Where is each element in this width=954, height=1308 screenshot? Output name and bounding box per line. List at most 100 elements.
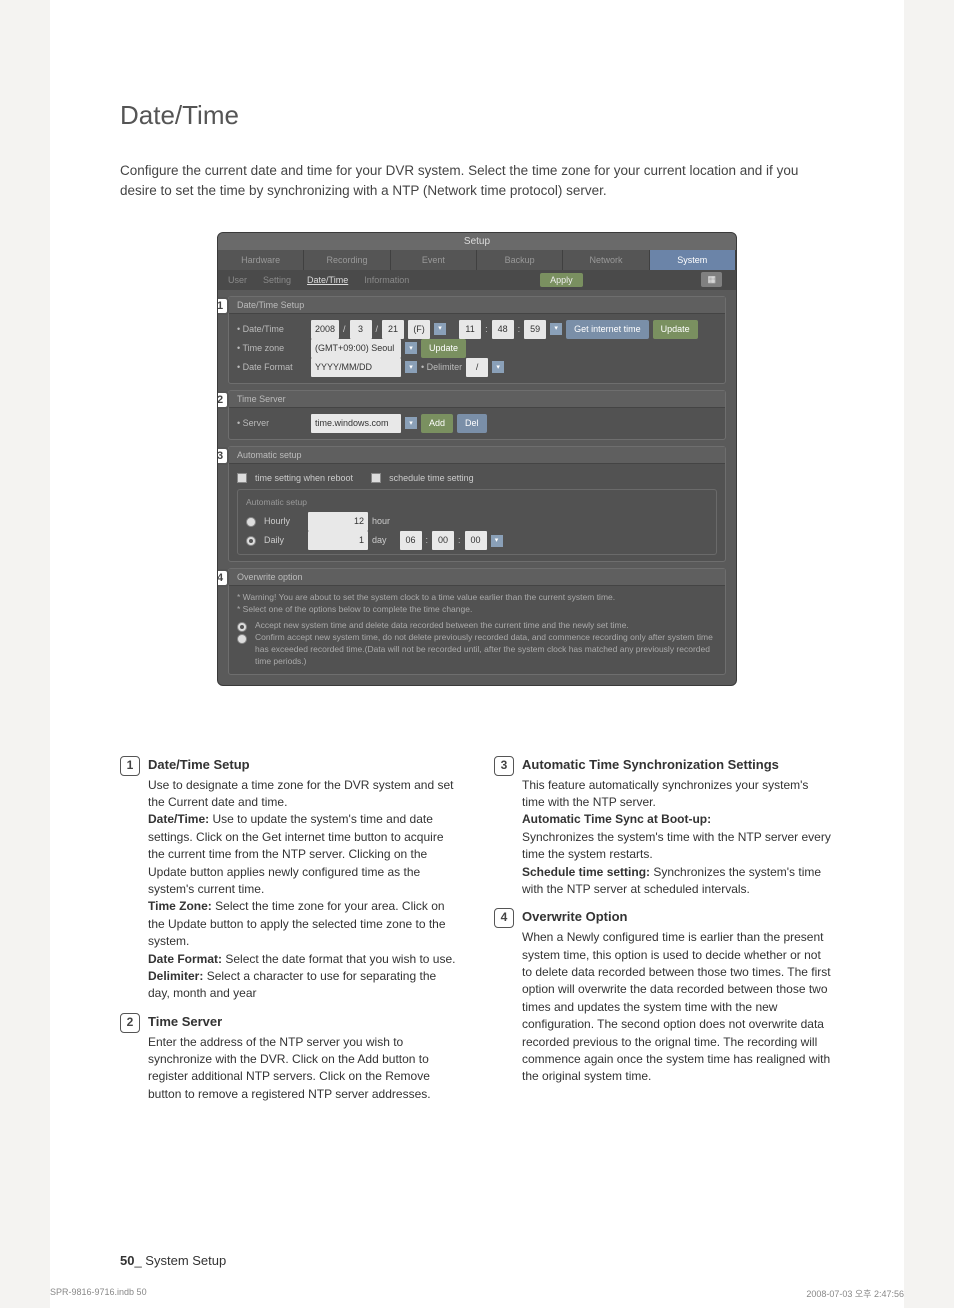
desc2-body: Enter the address of the NTP server you … [148,1034,460,1104]
update-tz-button[interactable]: Update [421,339,466,358]
server-dropdown-icon[interactable] [405,417,417,429]
tab-system[interactable]: System [650,250,736,270]
desc4-head: Overwrite Option [522,908,834,927]
time-spinner-icon[interactable] [550,323,562,335]
desc-item-1: 1 Date/Time Setup Use to designate a tim… [120,756,460,1003]
month-field[interactable]: 3 [350,320,372,339]
warn-line2: Select one of the options below to compl… [243,604,473,614]
numbox-2: 2 [120,1013,140,1033]
tab-event[interactable]: Event [391,250,477,270]
main-tabs: Hardware Recording Event Backup Network … [218,250,736,270]
label-delimiter: Delimiter [421,359,462,376]
warn-line1: Warning! You are about to set the system… [243,592,615,602]
radio-opt2[interactable] [237,634,247,644]
desc1-head: Date/Time Setup [148,756,460,775]
print-stamp: 2008-07-03 오후 2:47:56 [806,1287,904,1300]
update-time-button[interactable]: Update [653,320,698,339]
opt2-text: Confirm accept new system time, do not d… [255,632,717,668]
desc1-dt-label: Date/Time: [148,812,209,826]
daily-value[interactable]: 1 [308,531,368,550]
add-server-button[interactable]: Add [421,414,453,433]
section-overwrite: 4 Overwrite option * Warning! You are ab… [228,568,726,674]
hourly-value[interactable]: 12 [308,512,368,531]
desc3-boot-label: Automatic Time Sync at Boot-up: [522,811,834,828]
timezone-field[interactable]: (GMT+09:00) Seoul [311,339,401,358]
page-number: 50 [120,1253,134,1268]
desc-item-4: 4 Overwrite Option When a Newly configur… [494,908,834,1085]
desc-item-3: 3 Automatic Time Synchronization Setting… [494,756,834,899]
dateformat-dropdown-icon[interactable] [405,361,417,373]
radio-hourly[interactable] [246,517,256,527]
label-timezone: Time zone [237,340,307,357]
page-footer: 50_ System Setup [120,1253,226,1268]
dialog-title: Setup [218,233,736,250]
server-field[interactable]: time.windows.com [311,414,401,433]
subtab-datetime[interactable]: Date/Time [307,272,348,288]
min-field[interactable]: 48 [492,320,514,339]
section-autosetup: 3 Automatic setup time setting when rebo… [228,446,726,562]
desc4-body: When a Newly configured time is earlier … [522,929,834,1086]
numbox-4: 4 [494,908,514,928]
desc3-boot-text: Synchronizes the system's time with the … [522,829,834,864]
get-internet-time-button[interactable]: Get internet time [566,320,649,339]
apply-button[interactable]: Apply [540,273,583,287]
section-head-overwrite: Overwrite option [229,569,725,586]
desc3-lead: This feature automatically synchronizes … [522,777,834,812]
section-timeserver: 2 Time Server Server time.windows.com Ad… [228,390,726,440]
tab-backup[interactable]: Backup [477,250,563,270]
sec-field[interactable]: 59 [524,320,546,339]
desc1-tz-label: Time Zone: [148,899,212,913]
manual-page: Date/Time Configure the current date and… [50,0,904,1308]
page-title: Date/Time [120,100,834,131]
dateformat-field[interactable]: YYYY/MM/DD [311,358,401,377]
desc2-head: Time Server [148,1013,460,1032]
print-footer: SPR-9816-9716.indb 50 2008-07-03 오후 2:47… [50,1287,904,1300]
checkbox-schedule[interactable] [371,473,381,483]
sched-mm[interactable]: 00 [432,531,454,550]
print-file: SPR-9816-9716.indb 50 [50,1287,147,1300]
callout-3: 3 [217,447,229,465]
hour-field[interactable]: 11 [459,320,481,339]
tab-recording[interactable]: Recording [304,250,390,270]
radio-daily[interactable] [246,536,256,546]
daily-unit: day [372,532,387,549]
sched-ss[interactable]: 00 [465,531,487,550]
section-head-autosetup: Automatic setup [229,447,725,464]
delimiter-dropdown-icon[interactable] [492,361,504,373]
numbox-3: 3 [494,756,514,776]
tab-hardware[interactable]: Hardware [218,250,304,270]
callout-1: 1 [217,297,229,315]
subtab-information[interactable]: Information [364,272,409,288]
radio-opt1[interactable] [237,622,247,632]
opt1-text: Accept new system time and delete data r… [255,620,717,632]
sched-hh[interactable]: 06 [400,531,422,550]
year-field[interactable]: 2008 [311,320,339,339]
callout-2: 2 [217,391,229,409]
delimiter-field[interactable]: / [466,358,488,377]
desc-item-2: 2 Time Server Enter the address of the N… [120,1013,460,1103]
section-head-datetime: Date/Time Setup [229,297,725,314]
footer-section: _ System Setup [134,1253,226,1268]
callout-4: 4 [217,569,229,587]
day-field[interactable]: 21 [382,320,404,339]
timezone-dropdown-icon[interactable] [405,342,417,354]
date-dropdown-icon[interactable] [434,323,446,335]
label-daily: Daily [264,532,304,549]
desc3-sched-label: Schedule time setting: [522,865,650,879]
desc1-lead: Use to designate a time zone for the DVR… [148,777,460,812]
label-datetime: Date/Time [237,321,307,338]
label-schedule: schedule time setting [389,470,474,487]
sub-tabs: User Setting Date/Time Information Apply… [218,270,736,290]
subtab-setting[interactable]: Setting [263,272,291,288]
sched-spinner-icon[interactable] [491,535,503,547]
close-button[interactable]: ▦ [701,272,722,287]
desc3-head: Automatic Time Synchronization Settings [522,756,834,775]
desc1-df-text: Select the date format that you wish to … [225,952,455,966]
right-column: 3 Automatic Time Synchronization Setting… [494,756,834,1113]
desc1-df-label: Date Format: [148,952,222,966]
subtab-user[interactable]: User [228,272,247,288]
del-server-button[interactable]: Del [457,414,487,433]
checkbox-reboot[interactable] [237,473,247,483]
tab-network[interactable]: Network [563,250,649,270]
label-hourly: Hourly [264,513,304,530]
